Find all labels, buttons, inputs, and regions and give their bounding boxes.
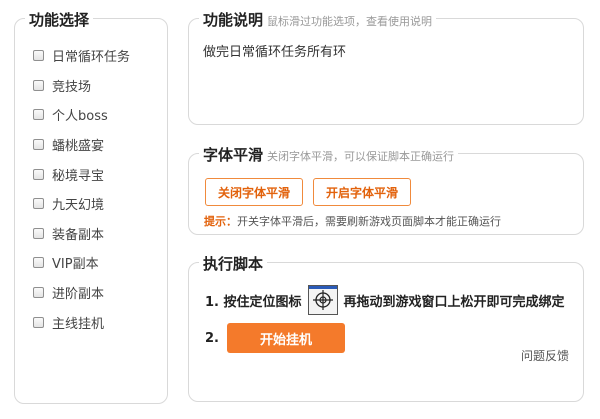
step-2-instruction: 2. 开始挂机 [205,323,345,353]
checkbox[interactable] [33,287,44,299]
checkbox[interactable] [33,316,44,328]
checkbox[interactable] [33,79,44,91]
disable-font-smoothing-button[interactable]: 关闭字体平滑 [205,178,304,206]
feature-item-vip-dungeon[interactable]: VIP副本 [33,248,130,278]
run-script-panel: 执行脚本 1. 按住定位图标 再拖动到游戏窗口上松开即可完成绑定 2. 开始挂机… [188,253,584,402]
tip-label: 提示： [204,215,237,228]
feature-item-label: 日常循环任务 [52,50,131,66]
font-smoothing-legend: 字体平滑 关闭字体平滑，可以保证脚本正确运行 [199,144,459,165]
feature-item-label: 秘境寻宝 [52,168,105,184]
feature-item-personal-boss[interactable]: 个人boss [33,100,130,130]
feature-item-advance-dungeon[interactable]: 进阶副本 [33,278,130,308]
feature-description-hint: 鼠标滑过功能选项，查看使用说明 [267,15,433,28]
feature-item-label: 主线挂机 [52,316,105,332]
crosshair-target-icon[interactable] [307,285,338,315]
feature-item-arena[interactable]: 竞技场 [33,71,130,101]
step-2-prefix: 2. [205,330,219,346]
checkbox[interactable] [33,257,44,269]
font-smoothing-hint: 关闭字体平滑，可以保证脚本正确运行 [267,150,455,163]
run-script-legend: 执行脚本 [199,253,268,274]
step-1-suffix: 再拖动到游戏窗口上松开即可完成绑定 [343,294,565,310]
checkbox[interactable] [33,227,44,239]
feature-selection-legend: 功能选择 [25,9,94,30]
font-smoothing-title: 字体平滑 [203,146,264,164]
font-smoothing-buttons: 关闭字体平滑 开启字体平滑 [205,178,412,206]
checkbox[interactable] [33,139,44,151]
feature-item-equipment-dungeon[interactable]: 装备副本 [33,219,130,249]
feedback-link[interactable]: 问题反馈 [521,347,569,364]
feature-selection-title: 功能选择 [29,11,90,29]
feature-item-label: 进阶副本 [52,287,105,303]
run-script-title: 执行脚本 [203,255,264,273]
feature-selection-panel: 功能选择 日常循环任务 竞技场 个人boss 蟠桃盛宴 秘境寻宝 九天幻境 装备… [14,9,168,404]
crosshair-glyph [312,290,333,310]
checkbox[interactable] [33,50,44,62]
checkbox[interactable] [33,198,44,210]
start-idle-button[interactable]: 开始挂机 [226,323,345,353]
feature-item-peach-banquet[interactable]: 蟠桃盛宴 [33,130,130,160]
feature-item-label: 蟠桃盛宴 [52,139,105,155]
feature-item-nine-heavens[interactable]: 九天幻境 [33,189,130,219]
feature-item-label: VIP副本 [52,257,99,273]
feature-item-daily-loop[interactable]: 日常循环任务 [33,41,130,71]
feature-description-legend: 功能说明 鼠标滑过功能选项，查看使用说明 [199,9,437,30]
feature-item-label: 九天幻境 [52,198,105,214]
tip-text: 开关字体平滑后，需要刷新游戏页面脚本才能正确运行 [237,215,501,228]
checkbox[interactable] [33,168,44,180]
enable-font-smoothing-button[interactable]: 开启字体平滑 [313,178,412,206]
step-1-prefix: 1. 按住定位图标 [205,294,302,310]
feature-item-label: 竞技场 [52,79,92,95]
font-smoothing-panel: 字体平滑 关闭字体平滑，可以保证脚本正确运行 关闭字体平滑 开启字体平滑 提示：… [188,144,584,235]
feature-item-label: 装备副本 [52,227,105,243]
checkbox[interactable] [33,109,44,121]
feature-description-panel: 功能说明 鼠标滑过功能选项，查看使用说明 做完日常循环任务所有环 [188,9,584,125]
feature-description-text: 做完日常循环任务所有环 [203,45,347,60]
feature-item-secret-treasure[interactable]: 秘境寻宝 [33,159,130,189]
feature-description-title: 功能说明 [203,11,264,29]
font-smoothing-tip: 提示：开关字体平滑后，需要刷新游戏页面脚本才能正确运行 [204,213,501,229]
step-1-instruction: 1. 按住定位图标 再拖动到游戏窗口上松开即可完成绑定 [205,285,565,315]
feature-item-main-quest-idle[interactable]: 主线挂机 [33,307,130,337]
feature-item-label: 个人boss [52,109,108,125]
feature-checklist: 日常循环任务 竞技场 个人boss 蟠桃盛宴 秘境寻宝 九天幻境 装备副本 VI… [33,41,130,337]
